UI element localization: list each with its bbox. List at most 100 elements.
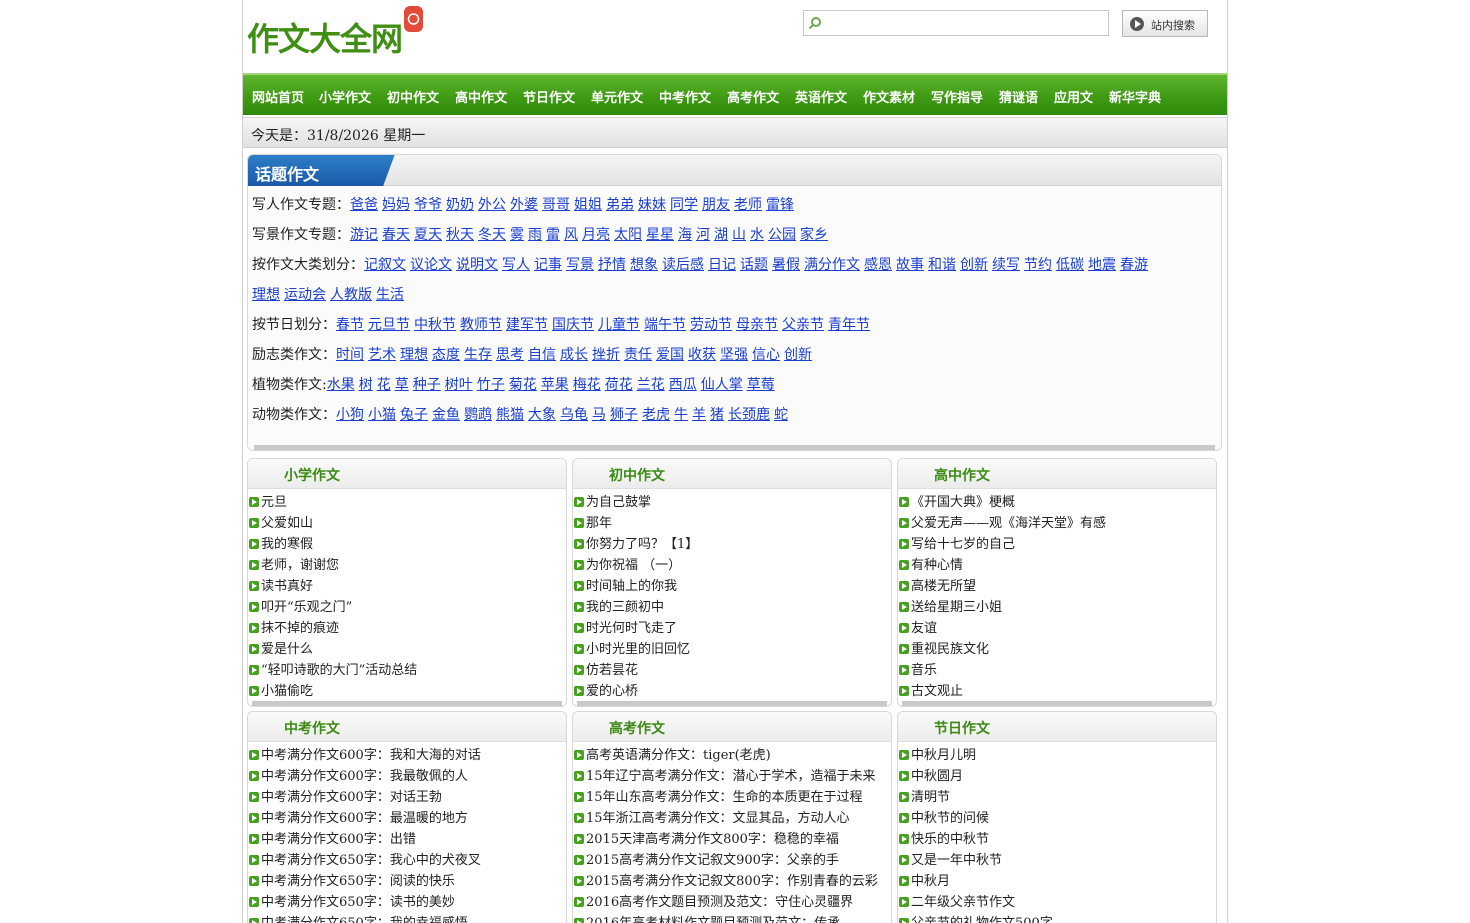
article-title[interactable]: 重视民族文化 [911,642,989,657]
topic-link[interactable]: 菊花 [509,377,537,393]
topic-link[interactable]: 感恩 [864,257,892,273]
nav-item-junior[interactable]: 初中作文 [387,87,439,106]
article-title[interactable]: 清明节 [911,790,950,805]
topic-link[interactable]: 和谐 [928,257,956,273]
article-list-item[interactable]: 中秋月 [898,871,1216,892]
nav-item-zhongkao[interactable]: 中考作文 [659,87,711,106]
topic-link[interactable]: 春节 [336,317,364,333]
topic-link[interactable]: 低碳 [1056,257,1084,273]
topic-link[interactable]: 读后感 [662,257,704,273]
topic-link[interactable]: 故事 [896,257,924,273]
nav-item-dictionary[interactable]: 新华字典 [1109,87,1161,106]
topic-link[interactable]: 树叶 [445,377,473,393]
topic-link[interactable]: 创新 [960,257,988,273]
article-title[interactable]: 爱的心桥 [586,684,638,699]
article-title[interactable]: 父爱无声——观《海洋天堂》有感 [911,516,1106,531]
article-title[interactable]: 中秋圆月 [911,769,963,784]
topic-link[interactable]: 雷 [546,227,560,243]
topic-link[interactable]: 海 [678,227,692,243]
topic-link[interactable]: 外公 [478,197,506,213]
article-title[interactable]: 又是一年中秋节 [911,853,1002,868]
article-title[interactable]: 中秋月 [911,874,950,889]
nav-item-practical[interactable]: 应用文 [1054,87,1093,106]
article-list-item[interactable]: 有种心情 [898,555,1216,576]
article-title[interactable]: 《开国大典》梗概 [911,495,1015,510]
topic-link[interactable]: 太阳 [614,227,642,243]
topic-link[interactable]: 老师 [734,197,762,213]
article-title[interactable]: 中考满分作文650字：我的幸福感悟 [261,916,468,923]
article-list-item[interactable]: 中考满分作文650字：读书的美妙 [248,892,566,913]
topic-link[interactable]: 劳动节 [690,317,732,333]
article-title[interactable]: 中秋节的问候 [911,811,989,826]
topic-link[interactable]: 弟弟 [606,197,634,213]
article-title[interactable]: 二年级父亲节作文 [911,895,1015,910]
topic-link[interactable]: 国庆节 [552,317,594,333]
category-box-title[interactable]: 节日作文 [934,718,990,738]
topic-link[interactable]: 爸爸 [350,197,378,213]
article-title[interactable]: 为自己鼓掌 [586,495,651,510]
article-list-item[interactable]: 你努力了吗？【1】 [573,534,891,555]
article-title[interactable]: 15年山东高考满分作文：生命的本质更在于过程 [586,790,863,805]
topic-link[interactable]: 水果 [327,377,355,393]
topic-link[interactable]: 鹦鹉 [464,407,492,423]
topic-link[interactable]: 爷爷 [414,197,442,213]
topic-link[interactable]: 马 [592,407,606,423]
topic-link[interactable]: 狮子 [610,407,638,423]
article-list-item[interactable]: 2016高考作文题目预测及范文：守住心灵疆界 [573,892,891,913]
article-list-item[interactable]: 叩开“乐观之门” [248,597,566,618]
category-box-title[interactable]: 高考作文 [609,718,665,738]
topic-link[interactable]: 理想 [400,347,428,363]
article-list-item[interactable]: 清明节 [898,787,1216,808]
topic-link[interactable]: 兔子 [400,407,428,423]
article-title[interactable]: 15年辽宁高考满分作文：潜心于学术，造福于未来 [586,769,876,784]
article-title[interactable]: 爱是什么 [261,642,313,657]
topic-link[interactable]: 游记 [350,227,378,243]
article-title[interactable]: 我的三颜初中 [586,600,664,615]
article-title[interactable]: 时间轴上的你我 [586,579,677,594]
article-list-item[interactable]: 爱的心桥 [573,681,891,702]
topic-link[interactable]: 羊 [692,407,706,423]
topic-link[interactable]: 小狗 [336,407,364,423]
article-list-item[interactable]: 中秋月儿明 [898,745,1216,766]
topic-link[interactable]: 抒情 [598,257,626,273]
article-title[interactable]: 2015高考满分作文记叙文800字：作别青春的云彩 [586,874,878,889]
article-list-item[interactable]: 我的寒假 [248,534,566,555]
article-title[interactable]: 送给星期三小姐 [911,600,1002,615]
topic-link[interactable]: 信心 [752,347,780,363]
article-title[interactable]: 中考满分作文600字：我和大海的对话 [261,748,481,763]
article-list-item[interactable]: 二年级父亲节作文 [898,892,1216,913]
article-title[interactable]: 音乐 [911,663,937,678]
topic-link[interactable]: 父亲节 [782,317,824,333]
nav-item-home[interactable]: 网站首页 [252,87,304,106]
search-input[interactable] [826,13,1106,35]
article-title[interactable]: 小时光里的旧回忆 [586,642,690,657]
topic-link[interactable]: 公园 [768,227,796,243]
article-list-item[interactable]: 2015高考满分作文记叙文800字：作别青春的云彩 [573,871,891,892]
article-list-item[interactable]: 元旦 [248,492,566,513]
article-title[interactable]: 抹不掉的痕迹 [261,621,339,636]
topic-link[interactable]: 运动会 [284,287,326,303]
topic-link[interactable]: 记叙文 [364,257,406,273]
article-title[interactable]: 2015天津高考满分作文800字：稳稳的幸福 [586,832,839,847]
topic-link[interactable]: 梅花 [573,377,601,393]
article-list-item[interactable]: 老师，谢谢您 [248,555,566,576]
topic-link[interactable]: 人教版 [330,287,372,303]
article-title[interactable]: 中考满分作文650字：我心中的犬夜叉 [261,853,481,868]
topic-link[interactable]: 理想 [252,287,280,303]
article-title[interactable]: 那年 [586,516,612,531]
article-list-item[interactable]: 中秋节的问候 [898,808,1216,829]
topic-link[interactable]: 牛 [674,407,688,423]
topic-link[interactable]: 星星 [646,227,674,243]
topic-link[interactable]: 夏天 [414,227,442,243]
topic-link[interactable]: 花 [377,377,391,393]
topic-link[interactable]: 地震 [1088,257,1116,273]
article-title[interactable]: 你努力了吗？【1】 [586,537,698,552]
article-list-item[interactable]: 2016年高考材料作文题目预测及范文：传承 [573,913,891,923]
topic-link[interactable]: 创新 [784,347,812,363]
topic-link[interactable]: 长颈鹿 [728,407,770,423]
topic-link[interactable]: 日记 [708,257,736,273]
topic-link[interactable]: 湖 [714,227,728,243]
article-list-item[interactable]: 15年浙江高考满分作文：文显其品，方动人心 [573,808,891,829]
topic-link[interactable]: 外婆 [510,197,538,213]
topic-link[interactable]: 月亮 [582,227,610,243]
